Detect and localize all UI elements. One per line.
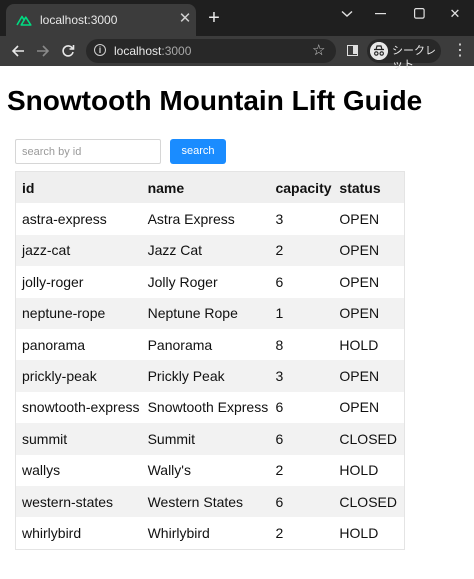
cell-capacity: 6: [275, 273, 284, 290]
cell-name: Jolly Roger: [147, 273, 218, 290]
cell-name: Snowtooth Express: [147, 399, 269, 416]
lift-table: id name capacity status astra-express Ast…: [15, 171, 405, 550]
table-row: panorama Panorama 8 HOLD: [15, 328, 405, 361]
tab-close-icon[interactable]: ✕: [176, 10, 194, 28]
cell-capacity: 8: [275, 336, 284, 353]
table-row: neptune-rope Neptune Rope 1 OPEN: [15, 297, 405, 329]
url-host: localhost: [114, 44, 162, 58]
cell-name: Prickly Peak: [147, 368, 225, 385]
incognito-label: シークレット: [392, 45, 436, 71]
table-row: whirlybird Whirlybird 2 HOLD: [15, 517, 405, 550]
cell-status: OPEN: [339, 368, 380, 385]
cell-id: wallys: [22, 462, 61, 479]
cell-capacity: 2: [275, 524, 284, 541]
new-tab-icon[interactable]: +: [203, 7, 225, 29]
column-header-capacity: capacity: [275, 179, 332, 196]
cell-name: Panorama: [147, 336, 213, 353]
browser-tab[interactable]: localhost:3000 ✕: [6, 4, 196, 36]
cell-capacity: 3: [275, 211, 284, 228]
cell-id: snowtooth-express: [22, 399, 140, 416]
cell-name: Neptune Rope: [147, 305, 238, 322]
reload-icon[interactable]: [57, 40, 79, 62]
cell-name: Wally's: [147, 462, 191, 479]
cell-status: OPEN: [339, 399, 380, 416]
search-input[interactable]: [15, 139, 161, 164]
table-row: prickly-peak Prickly Peak 3 OPEN: [15, 360, 405, 392]
cell-id: jolly-roger: [22, 273, 84, 290]
cell-name: Astra Express: [147, 211, 235, 228]
cell-status: CLOSED: [339, 430, 397, 447]
back-arrow-icon[interactable]: [7, 40, 29, 62]
minimize-icon[interactable]: [362, 0, 400, 28]
page-title: Snowtooth Mountain Lift Guide: [7, 85, 423, 116]
column-header-status: status: [339, 179, 381, 196]
cell-status: OPEN: [339, 273, 380, 290]
table-row: western-states Western States 6 CLOSED: [15, 485, 405, 518]
bookmark-star-icon[interactable]: ☆: [312, 41, 325, 61]
cell-name: Western States: [147, 493, 244, 510]
cell-id: whirlybird: [22, 524, 82, 541]
tab-title: localhost:3000: [40, 13, 118, 27]
cell-status: HOLD: [339, 524, 379, 541]
address-bar-row: i localhost:3000 ☆ シークレット ⋮: [0, 36, 474, 71]
table-row: jazz-cat Jazz Cat 2 OPEN: [15, 234, 405, 267]
search-button[interactable]: search: [170, 139, 226, 164]
url-port: :3000: [161, 44, 192, 58]
table-row: wallys Wally's 2 HOLD: [15, 454, 405, 486]
cell-status: HOLD: [339, 462, 379, 479]
omnibox[interactable]: i localhost:3000 ☆: [86, 39, 336, 63]
cell-capacity: 6: [275, 493, 284, 510]
cell-status: OPEN: [339, 211, 380, 228]
cell-capacity: 3: [275, 368, 284, 385]
cell-id: astra-express: [22, 211, 107, 228]
cell-id: panorama: [22, 336, 86, 353]
table-row: jolly-roger Jolly Roger 6 OPEN: [15, 266, 405, 298]
browser-tab-bar: localhost:3000 ✕ + ✕: [0, 0, 474, 36]
close-window-icon[interactable]: ✕: [436, 0, 474, 28]
cell-id: summit: [22, 430, 68, 447]
cell-name: Whirlybird: [147, 524, 210, 541]
cell-name: Jazz Cat: [147, 242, 203, 259]
side-panel-icon[interactable]: [347, 45, 358, 56]
more-menu-icon[interactable]: ⋮: [452, 40, 468, 62]
cell-id: jazz-cat: [22, 242, 71, 259]
table-row: snowtooth-express Snowtooth Express 6 OPEN: [15, 391, 405, 424]
cell-status: HOLD: [339, 336, 379, 353]
incognito-icon: [370, 42, 388, 60]
cell-id: western-states: [22, 493, 114, 510]
table-row: summit Summit 6 CLOSED: [15, 423, 405, 455]
cell-capacity: 1: [275, 305, 284, 322]
table-row: astra-express Astra Express 3 OPEN: [15, 203, 405, 235]
column-header-name: name: [147, 179, 185, 196]
column-header-id: id: [22, 179, 35, 196]
cell-capacity: 6: [275, 430, 284, 447]
cell-id: prickly-peak: [22, 368, 97, 385]
incognito-profile-button[interactable]: シークレット: [367, 39, 441, 71]
tab-search-chevron-icon[interactable]: [328, 0, 366, 28]
nuxt-logo-icon: [16, 15, 32, 26]
cell-status: OPEN: [339, 242, 380, 259]
cell-name: Summit: [147, 430, 196, 447]
table-header-row: id name capacity status: [15, 171, 405, 204]
forward-arrow-icon[interactable]: [32, 40, 54, 62]
cell-capacity: 2: [275, 242, 284, 259]
cell-status: OPEN: [339, 305, 380, 322]
cell-capacity: 2: [275, 462, 284, 479]
cell-capacity: 6: [275, 399, 284, 416]
url-text: localhost:3000: [114, 43, 191, 59]
site-info-icon[interactable]: i: [94, 44, 106, 56]
cell-status: CLOSED: [339, 493, 397, 510]
maximize-icon[interactable]: [400, 0, 438, 28]
cell-id: neptune-rope: [22, 305, 106, 322]
